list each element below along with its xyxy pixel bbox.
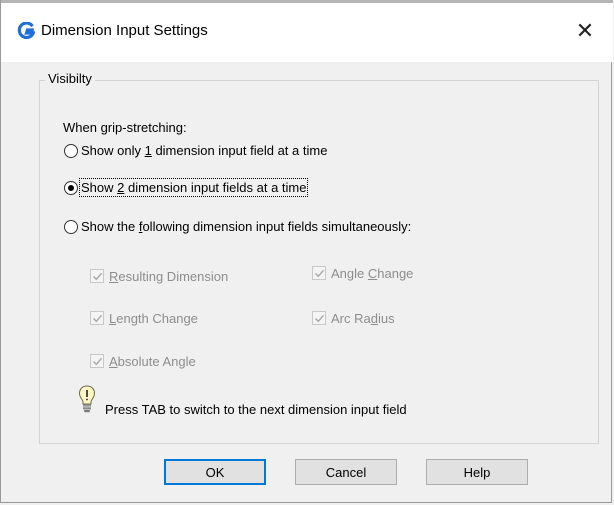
checkbox-length-change-label[interactable]: Length Change: [109, 311, 198, 326]
label-part: Angle: [331, 266, 368, 281]
checkbox-resulting-dimension-label[interactable]: Resulting Dimension: [109, 269, 228, 284]
ok-button[interactable]: OK: [164, 459, 266, 485]
lightbulb-icon: [78, 385, 96, 413]
checkbox-angle-change[interactable]: [312, 266, 326, 280]
label-part: dimension input field at a time: [151, 143, 328, 158]
mnemonic: A: [109, 354, 118, 369]
window-title: Dimension Input Settings: [41, 22, 208, 39]
mnemonic: 1: [144, 143, 152, 158]
radio-show-following-fields-label[interactable]: Show the following dimension input field…: [81, 219, 411, 234]
radio-show-two-fields[interactable]: [64, 181, 78, 195]
help-button[interactable]: Help: [426, 459, 528, 485]
checkmark-icon: [93, 314, 103, 323]
visibility-group-legend: Visibilty: [45, 71, 95, 86]
checkmark-icon: [315, 314, 325, 323]
radio-show-one-field-label[interactable]: Show only 1 dimension input field at a t…: [81, 143, 327, 158]
checkbox-resulting-dimension[interactable]: [90, 269, 104, 283]
radio-show-following-fields[interactable]: [64, 220, 78, 234]
g-logo-icon: [17, 22, 35, 40]
label-part: ius: [377, 311, 395, 326]
window-top-edge: [1, 0, 613, 3]
close-icon: ✕: [575, 18, 595, 43]
label-part: Show only: [81, 143, 145, 158]
label-part: dimension input fields at a time: [124, 180, 307, 195]
label-part: Show the: [81, 219, 139, 234]
radio-show-one-field[interactable]: [64, 144, 78, 158]
checkbox-angle-change-label[interactable]: Angle Change: [331, 266, 413, 281]
checkbox-absolute-angle[interactable]: [90, 354, 104, 368]
dimension-input-settings-dialog: Dimension Input Settings ✕ Visibilty Whe…: [0, 0, 613, 503]
mnemonic: d: [370, 311, 378, 326]
tip-text: Press TAB to switch to the next dimensio…: [105, 402, 407, 417]
close-button[interactable]: ✕: [565, 14, 605, 48]
checkbox-arc-radius[interactable]: [312, 311, 326, 325]
label-part: esulting Dimension: [118, 269, 229, 284]
cancel-button[interactable]: Cancel: [295, 459, 397, 485]
label-part: Arc Ra: [331, 311, 371, 326]
label-part: Show: [81, 180, 118, 195]
checkmark-icon: [93, 272, 103, 281]
title-bar: Dimension Input Settings ✕: [1, 0, 613, 62]
radio-show-two-fields-label[interactable]: Show 2 dimension input fields at a time: [78, 178, 309, 197]
label-part: hange: [377, 266, 414, 281]
label-part: ength Change: [116, 311, 198, 326]
mnemonic: C: [367, 266, 378, 281]
checkmark-icon: [93, 357, 103, 366]
label-part: ollowing dimension input fields simultan…: [142, 219, 412, 234]
grip-stretching-label: When grip-stretching:: [63, 120, 187, 135]
label-part: bsolute Angle: [117, 354, 196, 369]
checkbox-length-change[interactable]: [90, 311, 104, 325]
checkmark-icon: [315, 269, 325, 278]
checkbox-absolute-angle-label[interactable]: Absolute Angle: [109, 354, 196, 369]
mnemonic: R: [109, 269, 119, 284]
checkbox-arc-radius-label[interactable]: Arc Radius: [331, 311, 395, 326]
